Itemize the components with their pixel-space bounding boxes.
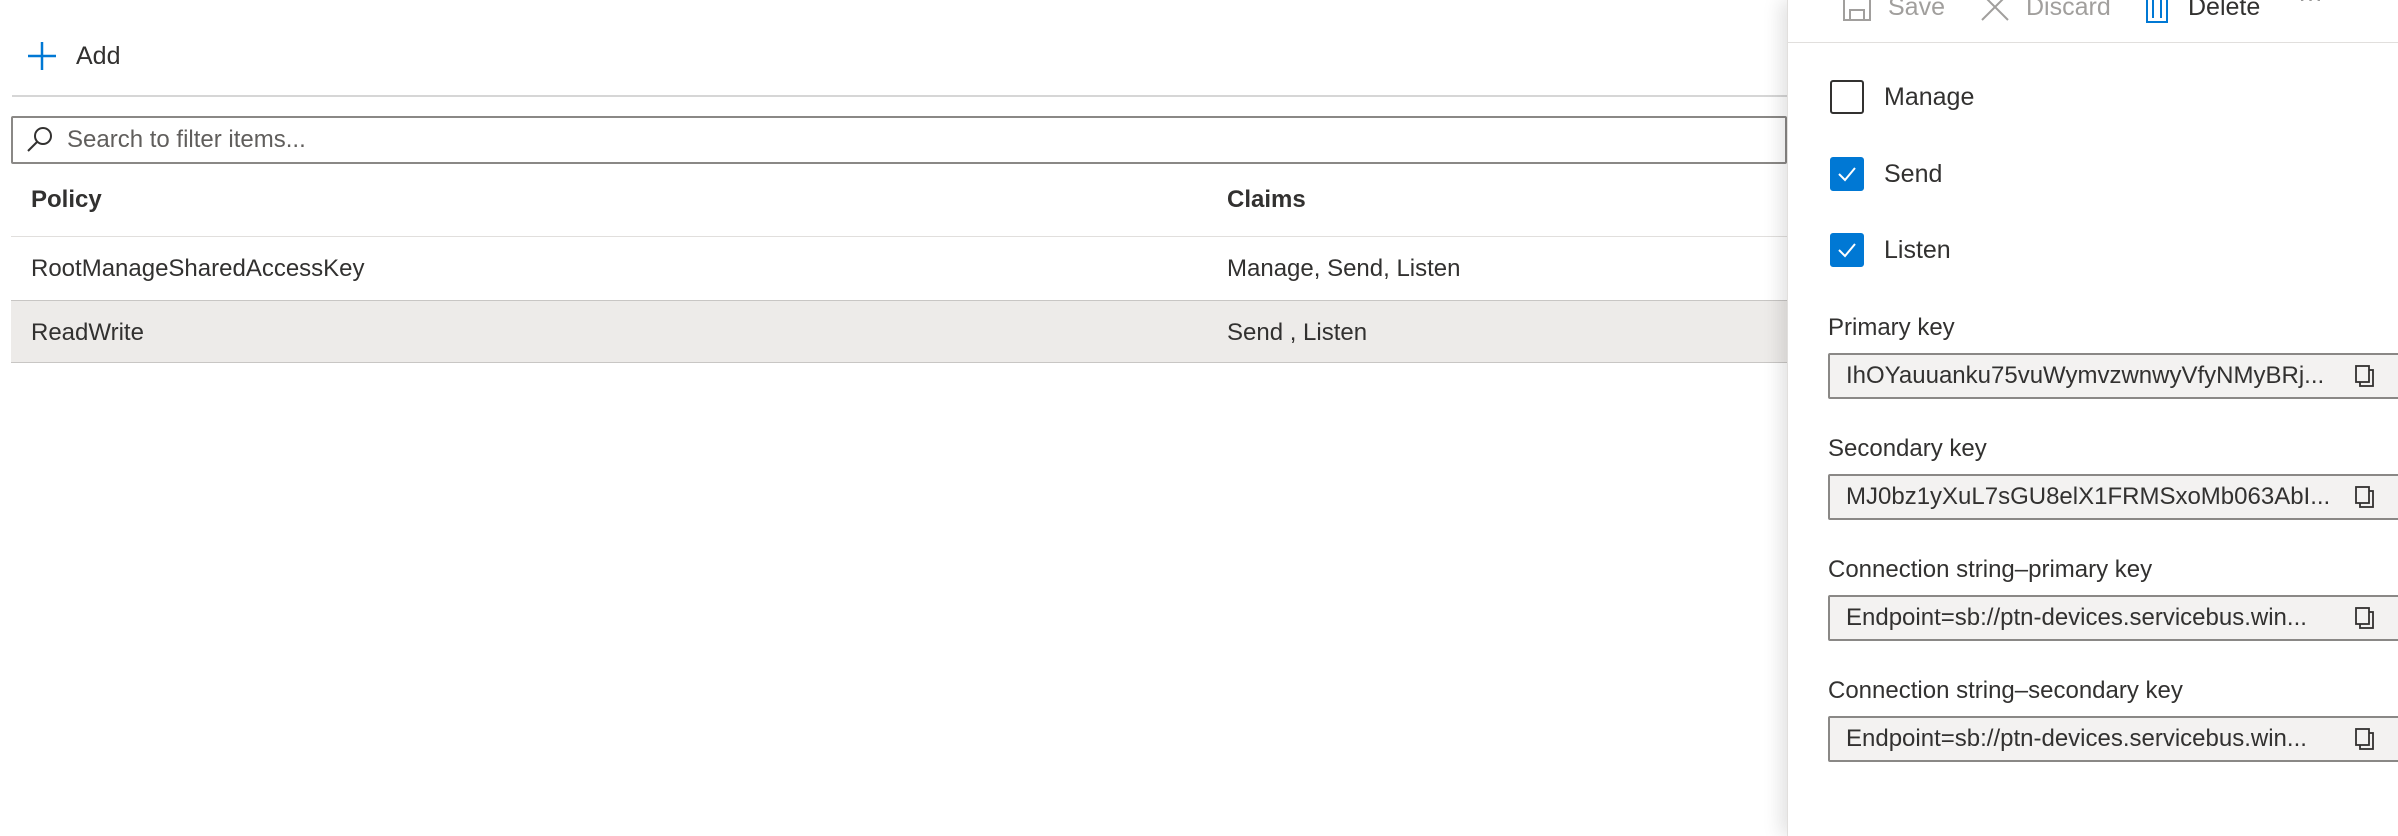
policy-cell: ReadWrite — [31, 319, 144, 346]
send-label: Send — [1884, 159, 1943, 188]
add-label: Add — [76, 41, 121, 70]
save-button[interactable]: Save — [1840, 0, 1945, 24]
add-button[interactable]: Add — [26, 40, 120, 72]
panel-toolbar: Save Discard Delete ··· — [1788, 0, 2398, 43]
more-options-button[interactable]: ··· — [2298, 0, 2323, 13]
table-row-selected[interactable]: ReadWrite Send , Listen — [11, 300, 1787, 363]
claim-manage[interactable]: Manage — [1830, 80, 1974, 114]
discard-label: Discard — [2026, 0, 2111, 21]
ellipsis-icon: ··· — [2298, 0, 2323, 13]
secondary-key-label: Secondary key — [1828, 435, 1987, 462]
connection-string-primary-label: Connection string–primary key — [1828, 556, 2153, 583]
plus-icon — [28, 42, 56, 70]
policy-list-pane: Add Policy Claims RootManageSharedAccess… — [0, 0, 1787, 836]
send-checkbox[interactable] — [1830, 157, 1864, 191]
column-header-policy[interactable]: Policy — [31, 186, 102, 214]
copy-icon[interactable] — [2352, 605, 2378, 631]
policy-details-panel: Save Discard Delete ··· Manage — [1787, 0, 2398, 836]
manage-label: Manage — [1884, 82, 1975, 111]
policy-cell: RootManageSharedAccessKey — [31, 255, 365, 282]
table-row[interactable]: RootManageSharedAccessKey Manage, Send, … — [11, 236, 1787, 299]
claim-send[interactable]: Send — [1830, 157, 1942, 191]
save-icon — [1843, 0, 1871, 21]
primary-key-label: Primary key — [1828, 314, 1955, 341]
save-label: Save — [1888, 0, 1945, 21]
secondary-key-value: MJ0bz1yXuL7sGU8elX1FRMSxoMb063AbI... — [1846, 483, 2331, 510]
trash-icon — [2146, 0, 2168, 23]
copy-icon[interactable] — [2352, 484, 2378, 510]
copy-icon[interactable] — [2352, 726, 2378, 752]
search-icon — [27, 127, 52, 152]
copy-icon[interactable] — [2352, 363, 2378, 389]
divider — [12, 95, 1787, 97]
connection-string-primary-field[interactable]: Endpoint=sb://ptn-devices.servicebus.win… — [1828, 595, 2398, 641]
close-icon — [1981, 0, 2009, 21]
delete-label: Delete — [2188, 0, 2261, 21]
column-header-claims[interactable]: Claims — [1227, 186, 1306, 214]
primary-key-value: IhOYauuanku75vuWymvzwnwyVfyNMyBRj... — [1846, 362, 2325, 389]
connection-string-secondary-value: Endpoint=sb://ptn-devices.servicebus.win… — [1846, 725, 2307, 752]
claim-listen[interactable]: Listen — [1830, 233, 1951, 267]
connection-string-primary-value: Endpoint=sb://ptn-devices.servicebus.win… — [1846, 604, 2307, 631]
secondary-key-field[interactable]: MJ0bz1yXuL7sGU8elX1FRMSxoMb063AbI... — [1828, 474, 2398, 520]
checkmark-icon — [1838, 243, 1856, 258]
primary-key-field[interactable]: IhOYauuanku75vuWymvzwnwyVfyNMyBRj... — [1828, 353, 2398, 399]
search-input[interactable] — [65, 125, 1669, 155]
claims-cell: Manage, Send, Listen — [1227, 255, 1461, 282]
manage-checkbox[interactable] — [1830, 80, 1864, 114]
connection-string-secondary-field[interactable]: Endpoint=sb://ptn-devices.servicebus.win… — [1828, 716, 2398, 762]
delete-button[interactable]: Delete — [2140, 0, 2260, 24]
discard-button[interactable]: Discard — [1978, 0, 2111, 24]
search-box[interactable] — [11, 116, 1787, 164]
listen-label: Listen — [1884, 235, 1951, 264]
listen-checkbox[interactable] — [1830, 233, 1864, 267]
checkmark-icon — [1838, 167, 1856, 182]
connection-string-secondary-label: Connection string–secondary key — [1828, 677, 2183, 704]
claims-cell: Send , Listen — [1227, 319, 1368, 346]
